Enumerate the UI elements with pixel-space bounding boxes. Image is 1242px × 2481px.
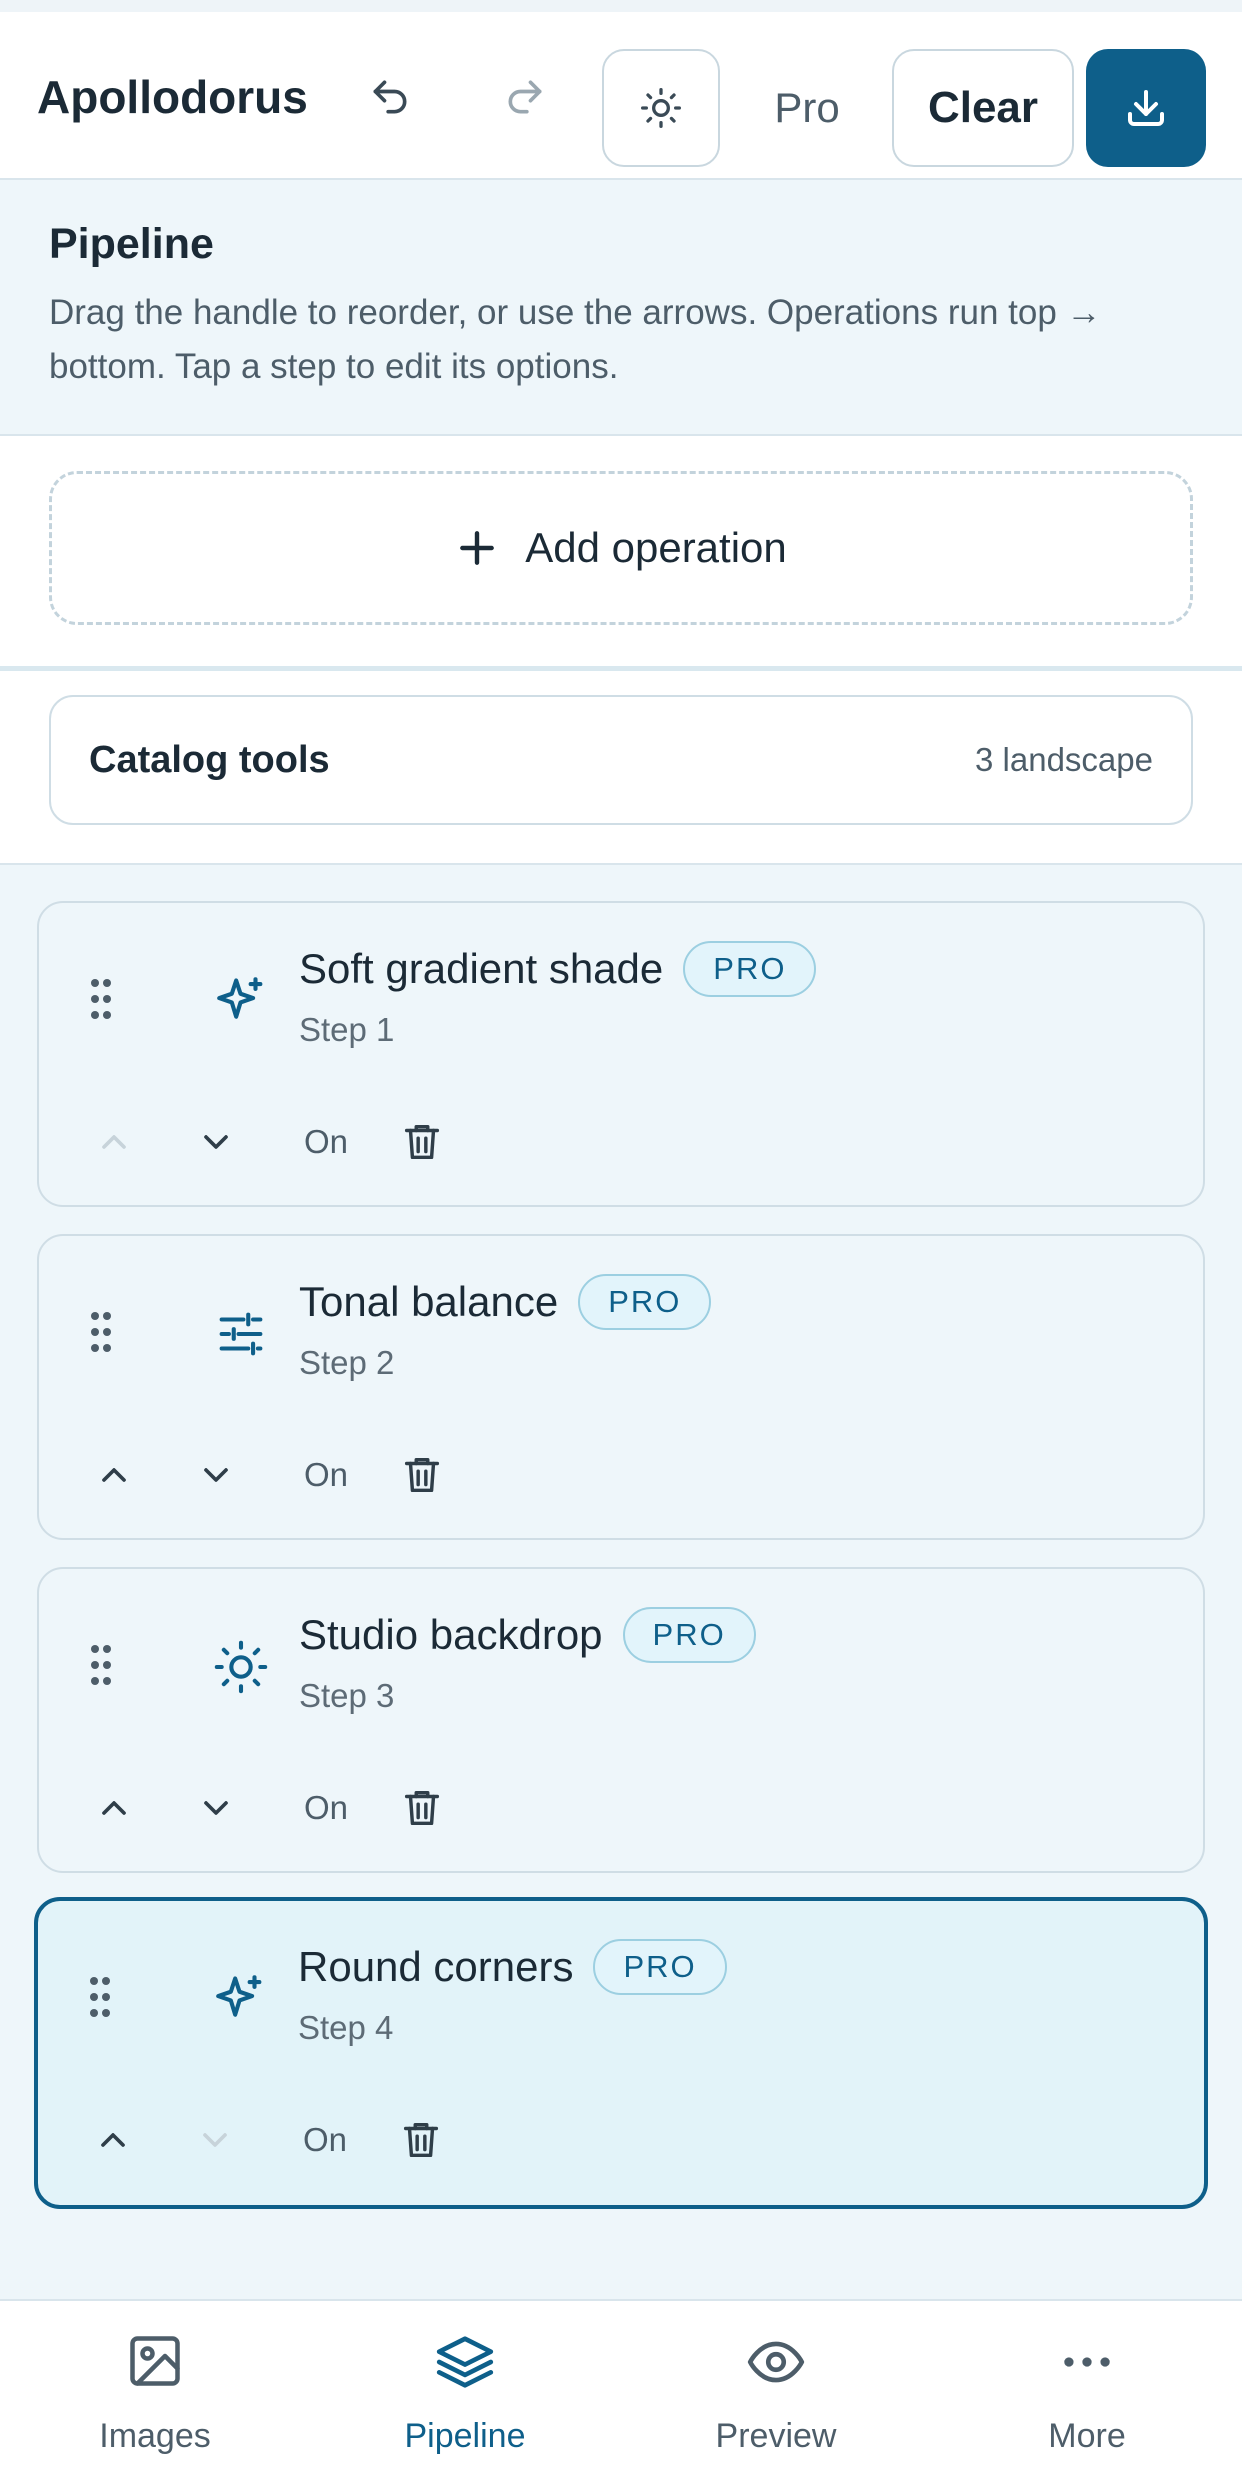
pipeline-step-card[interactable]: Round corners PRO Step 4 On xyxy=(34,1897,1208,2209)
pipeline-intro: Pipeline Drag the handle to reorder, or … xyxy=(0,180,1242,436)
nav-tab-label: More xyxy=(1048,2417,1126,2455)
pipeline-step-card[interactable]: Soft gradient shade PRO Step 1 On xyxy=(37,901,1205,1207)
pro-badge: PRO xyxy=(622,1607,756,1663)
move-up-button[interactable] xyxy=(78,2105,148,2175)
step-number: Step 1 xyxy=(299,1011,395,1048)
more-dots-icon xyxy=(1064,2357,1110,2367)
image-icon xyxy=(130,2336,180,2386)
clear-button[interactable]: Clear xyxy=(892,49,1074,167)
nav-tab-images[interactable]: Images xyxy=(0,2301,310,2481)
catalog-section: Catalog tools 3 landscape xyxy=(0,671,1242,865)
nav-tab-pipeline[interactable]: Pipeline xyxy=(310,2301,620,2481)
chevron-down-icon xyxy=(204,1801,228,1815)
step-enabled-toggle[interactable]: On xyxy=(281,1773,371,1843)
sliders-icon xyxy=(205,1298,277,1370)
redo-button[interactable] xyxy=(490,62,560,132)
step-enabled-toggle[interactable]: On xyxy=(280,2105,370,2175)
move-up-button[interactable] xyxy=(79,1773,149,1843)
app-header: Apollodorus Pro Clear xyxy=(0,12,1242,180)
move-up-button[interactable] xyxy=(79,1107,149,1177)
drag-handle-icon[interactable] xyxy=(91,1645,115,1694)
nav-tab-label: Pipeline xyxy=(404,2417,526,2455)
page-title: Pipeline xyxy=(49,220,214,268)
pipeline-step-card[interactable]: Studio backdrop PRO Step 3 On xyxy=(37,1567,1205,1873)
step-number: Step 3 xyxy=(299,1677,395,1714)
nav-tab-label: Preview xyxy=(715,2417,837,2455)
sparkle-icon xyxy=(204,1963,276,2035)
pro-button[interactable]: Pro xyxy=(748,49,866,167)
eye-icon xyxy=(747,2341,805,2383)
chevron-up-icon xyxy=(101,2133,125,2147)
chevron-up-icon xyxy=(102,1468,126,1482)
layers-icon xyxy=(436,2336,494,2388)
chevron-down-icon xyxy=(204,1135,228,1149)
chevron-down-icon xyxy=(204,1468,228,1482)
sparkle-icon xyxy=(205,965,277,1037)
trash-icon xyxy=(404,1457,440,1493)
step-title-row: Tonal balance PRO xyxy=(299,1274,712,1330)
sun-icon xyxy=(205,1631,277,1703)
step-name: Tonal balance xyxy=(299,1278,559,1325)
theme-toggle-button[interactable] xyxy=(602,49,720,167)
delete-step-button[interactable] xyxy=(386,2105,456,2175)
catalog-tools-label: Catalog tools xyxy=(89,738,330,781)
chevron-down-icon xyxy=(203,2133,227,2147)
step-enabled-toggle[interactable]: On xyxy=(281,1440,371,1510)
trash-icon xyxy=(404,1124,440,1160)
drag-handle-icon[interactable] xyxy=(91,1312,115,1361)
download-icon xyxy=(1128,90,1164,126)
chevron-up-icon xyxy=(102,1135,126,1149)
trash-icon xyxy=(404,1790,440,1826)
undo-icon xyxy=(373,80,407,114)
step-enabled-toggle[interactable]: On xyxy=(281,1107,371,1177)
catalog-tools-button[interactable]: Catalog tools 3 landscape xyxy=(49,695,1193,825)
download-button[interactable] xyxy=(1086,49,1206,167)
step-name: Soft gradient shade xyxy=(299,945,664,992)
drag-handle-icon[interactable] xyxy=(91,979,115,1028)
delete-step-button[interactable] xyxy=(387,1773,457,1843)
nav-tab-label: Images xyxy=(99,2417,211,2455)
pipeline-step-card[interactable]: Tonal balance PRO Step 2 On xyxy=(37,1234,1205,1540)
nav-tab-more[interactable]: More xyxy=(932,2301,1242,2481)
delete-step-button[interactable] xyxy=(387,1440,457,1510)
undo-button[interactable] xyxy=(355,62,425,132)
top-strip xyxy=(0,0,1242,12)
pipeline-steps-list: Soft gradient shade PRO Step 1 On Tonal … xyxy=(0,865,1242,2299)
step-name: Round corners xyxy=(298,1943,574,1990)
sun-icon xyxy=(641,88,681,128)
pro-badge: PRO xyxy=(593,1939,727,1995)
pro-badge: PRO xyxy=(683,941,817,997)
step-title-row: Soft gradient shade PRO xyxy=(299,941,817,997)
move-down-button[interactable] xyxy=(181,1107,251,1177)
pipeline-description: Drag the handle to reorder, or use the a… xyxy=(49,293,1102,386)
drag-handle-icon[interactable] xyxy=(90,1977,114,2026)
step-title-row: Round corners PRO xyxy=(298,1939,727,1995)
move-down-button[interactable] xyxy=(181,1440,251,1510)
move-down-button[interactable] xyxy=(180,2105,250,2175)
move-down-button[interactable] xyxy=(181,1773,251,1843)
step-name: Studio backdrop xyxy=(299,1611,603,1658)
move-up-button[interactable] xyxy=(79,1440,149,1510)
step-number: Step 4 xyxy=(298,2009,394,2046)
catalog-tools-count: 3 landscape xyxy=(975,741,1153,778)
redo-icon xyxy=(508,80,542,114)
add-operation-section: Add operation xyxy=(0,436,1242,671)
step-number: Step 2 xyxy=(299,1344,395,1381)
delete-step-button[interactable] xyxy=(387,1107,457,1177)
step-title-row: Studio backdrop PRO xyxy=(299,1607,756,1663)
pro-badge: PRO xyxy=(578,1274,712,1330)
bottom-nav: Images Pipeline Preview More xyxy=(0,2299,1242,2481)
chevron-up-icon xyxy=(102,1801,126,1815)
nav-tab-preview[interactable]: Preview xyxy=(621,2301,931,2481)
add-operation-button[interactable]: Add operation xyxy=(49,471,1193,625)
trash-icon xyxy=(403,2122,439,2158)
plus-icon xyxy=(460,531,495,565)
app-title: Apollodorus xyxy=(37,71,308,123)
add-operation-label: Add operation xyxy=(525,524,787,571)
